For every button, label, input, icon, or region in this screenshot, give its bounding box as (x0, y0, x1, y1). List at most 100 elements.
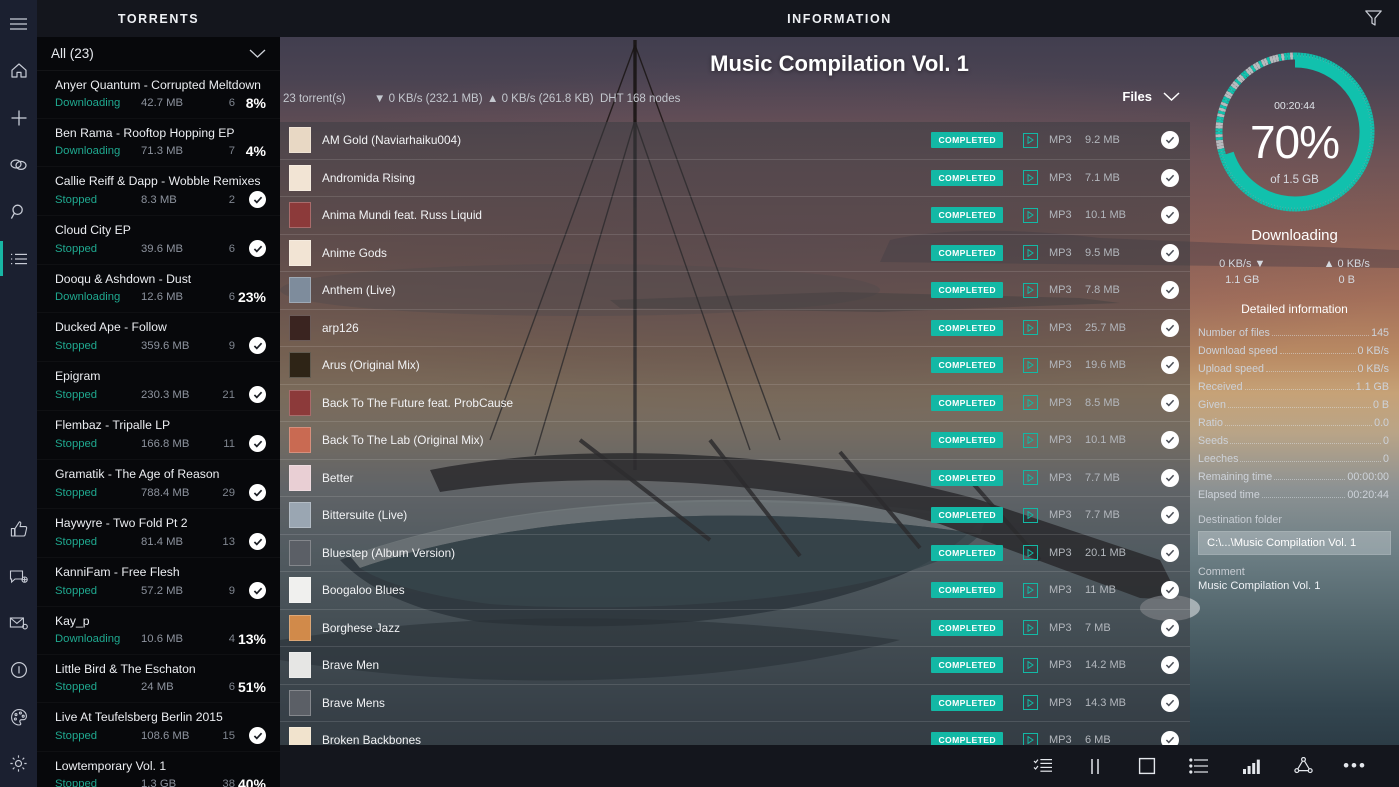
file-checkbox[interactable] (1155, 693, 1179, 712)
file-name: Anima Mundi feat. Russ Liquid (322, 208, 482, 223)
file-row[interactable]: Anime Gods COMPLETED MP3 9.5 MB (280, 234, 1190, 272)
play-icon[interactable] (1023, 320, 1038, 336)
info-icon[interactable] (0, 646, 37, 693)
torrent-row[interactable]: Lowtemporary Vol. 1 Stopped 1.3 GB 38 40% (37, 752, 280, 787)
play-icon[interactable] (1023, 282, 1038, 298)
file-checkbox[interactable] (1155, 506, 1179, 525)
file-row[interactable]: Better COMPLETED MP3 7.7 MB (280, 459, 1190, 497)
feedback-icon[interactable] (0, 552, 37, 599)
search-icon[interactable] (0, 188, 37, 235)
torrent-row[interactable]: Dooqu & Ashdown - Dust Downloading 12.6 MB… (37, 265, 280, 313)
file-checkbox[interactable] (1155, 281, 1179, 300)
play-icon[interactable] (1023, 582, 1038, 598)
thumbs-up-icon[interactable] (0, 505, 37, 552)
pause-icon[interactable] (1069, 745, 1121, 787)
palette-icon[interactable] (0, 693, 37, 740)
file-checkbox[interactable] (1155, 131, 1179, 150)
upload-stat-value: 0 KB/s (261.8 KB) (501, 93, 594, 105)
file-row[interactable]: Anima Mundi feat. Russ Liquid COMPLETED MP… (280, 197, 1190, 235)
mail-icon[interactable] (0, 599, 37, 646)
file-row[interactable]: Borghese Jazz COMPLETED MP3 7 MB (280, 609, 1190, 647)
file-row[interactable]: Brave Mens COMPLETED MP3 14.3 MB (280, 684, 1190, 722)
play-icon[interactable] (1023, 357, 1038, 373)
file-list[interactable]: AM Gold (Naviarhaiku004) COMPLETED MP3 9.2 … (280, 122, 1190, 769)
file-checkbox[interactable] (1155, 393, 1179, 412)
play-icon[interactable] (1023, 132, 1038, 148)
torrent-row[interactable]: Callie Reiff & Dapp - Wobble Remixes Stop… (37, 167, 280, 216)
play-icon[interactable] (1023, 170, 1038, 186)
torrent-row[interactable]: Epigram Stopped 230.3 MB 21 (37, 362, 280, 411)
file-checkbox[interactable] (1155, 468, 1179, 487)
file-checkbox[interactable] (1155, 543, 1179, 562)
file-row[interactable]: Boogaloo Blues COMPLETED MP3 11 MB (280, 572, 1190, 610)
priority-icon[interactable] (1173, 745, 1225, 787)
play-icon[interactable] (1023, 432, 1038, 448)
play-icon[interactable] (1023, 395, 1038, 411)
menu-icon[interactable] (0, 0, 37, 47)
files-selector-label: Files (1122, 89, 1152, 104)
stop-icon[interactable] (1121, 745, 1173, 787)
torrent-name: Lowtemporary Vol. 1 (55, 759, 167, 773)
play-icon[interactable] (1023, 657, 1038, 673)
torrent-row[interactable]: Little Bird & The Eschaton Stopped 24 MB 6 5… (37, 655, 280, 703)
gear-icon[interactable] (0, 740, 37, 787)
file-checkbox[interactable] (1155, 206, 1179, 225)
file-row[interactable]: arp126 COMPLETED MP3 25.7 MB (280, 309, 1190, 347)
file-row[interactable]: Brave Men COMPLETED MP3 14.2 MB (280, 647, 1190, 685)
play-icon[interactable] (1023, 207, 1038, 223)
destination-folder-field[interactable]: C:\...\Music Compilation Vol. 1 (1198, 531, 1391, 555)
torrent-row[interactable]: Cloud City EP Stopped 39.6 MB 6 (37, 216, 280, 265)
home-icon[interactable] (0, 47, 37, 94)
file-row[interactable]: Bluestep (Album Version) COMPLETED MP3 20.1… (280, 534, 1190, 572)
torrent-peers: 7 (228, 145, 235, 157)
torrent-peers: 38 (222, 778, 235, 787)
download-total: 1.1 GB (1225, 274, 1260, 286)
file-row[interactable]: Bittersuite (Live) COMPLETED MP3 7.7 MB (280, 497, 1190, 535)
file-checkbox[interactable] (1155, 168, 1179, 187)
detail-dots (1261, 497, 1346, 498)
torrent-row[interactable]: Ben Rama - Rooftop Hopping EP Downloading… (37, 119, 280, 167)
file-row[interactable]: Andromida Rising COMPLETED MP3 7.1 MB (280, 159, 1190, 197)
file-row[interactable]: AM Gold (Naviarhaiku004) COMPLETED MP3 9.2 … (280, 122, 1190, 160)
torrent-row[interactable]: Haywyre - Two Fold Pt 2 Stopped 81.4 MB 13 (37, 509, 280, 558)
torrent-row[interactable]: Live At Teufelsberg Berlin 2015 Stopped 10… (37, 703, 280, 752)
file-row[interactable]: Back To The Lab (Original Mix) COMPLETED M… (280, 422, 1190, 460)
torrent-list[interactable]: Anyer Quantum - Corrupted Meltdown Downlo… (37, 71, 280, 787)
transfer-rates: 0 KB/s ▼ 1.1 GB ▲ 0 KB/s 0 B (1190, 256, 1399, 288)
torrent-row[interactable]: KanniFam - Free Flesh Stopped 57.2 MB 9 (37, 558, 280, 607)
sidebar-item-torrents[interactable] (0, 235, 37, 282)
file-checkbox[interactable] (1155, 356, 1179, 375)
select-all-icon[interactable] (1017, 745, 1069, 787)
file-checkbox[interactable] (1155, 243, 1179, 262)
torrent-row[interactable]: Ducked Ape - Follow Stopped 359.6 MB 9 (37, 313, 280, 362)
file-checkbox[interactable] (1155, 656, 1179, 675)
torrent-row[interactable]: Gramatik - The Age of Reason Stopped 788.4… (37, 460, 280, 509)
play-icon[interactable] (1023, 470, 1038, 486)
link-icon[interactable] (0, 141, 37, 188)
add-icon[interactable] (0, 94, 37, 141)
stats-icon[interactable] (1225, 745, 1277, 787)
torrent-row[interactable]: Kay_p Downloading 10.6 MB 4 13% (37, 607, 280, 655)
album-art-thumbnail (289, 389, 311, 416)
files-selector[interactable]: Files (1122, 89, 1180, 104)
file-checkbox[interactable] (1155, 618, 1179, 637)
play-icon[interactable] (1023, 620, 1038, 636)
file-row[interactable]: Anthem (Live) COMPLETED MP3 7.8 MB (280, 272, 1190, 310)
play-icon[interactable] (1023, 507, 1038, 523)
album-art-thumbnail (289, 314, 311, 341)
file-row[interactable]: Arus (Original Mix) COMPLETED MP3 19.6 MB (280, 347, 1190, 385)
filter-icon[interactable] (1364, 9, 1383, 32)
file-checkbox[interactable] (1155, 581, 1179, 600)
play-icon[interactable] (1023, 245, 1038, 261)
more-icon[interactable]: ••• (1329, 745, 1381, 787)
torrent-filter-dropdown[interactable]: All (23) (37, 37, 280, 71)
file-checkbox[interactable] (1155, 431, 1179, 450)
torrent-row[interactable]: Anyer Quantum - Corrupted Meltdown Downlo… (37, 71, 280, 119)
file-row[interactable]: Back To The Future feat. ProbCause COMPLE… (280, 384, 1190, 422)
play-icon[interactable] (1023, 695, 1038, 711)
file-checkbox[interactable] (1155, 318, 1179, 337)
torrent-row[interactable]: Flembaz - Tripalle LP Stopped 166.8 MB 11 (37, 411, 280, 460)
torrent-progress: 51% (237, 679, 266, 695)
peers-icon[interactable] (1277, 745, 1329, 787)
play-icon[interactable] (1023, 545, 1038, 561)
